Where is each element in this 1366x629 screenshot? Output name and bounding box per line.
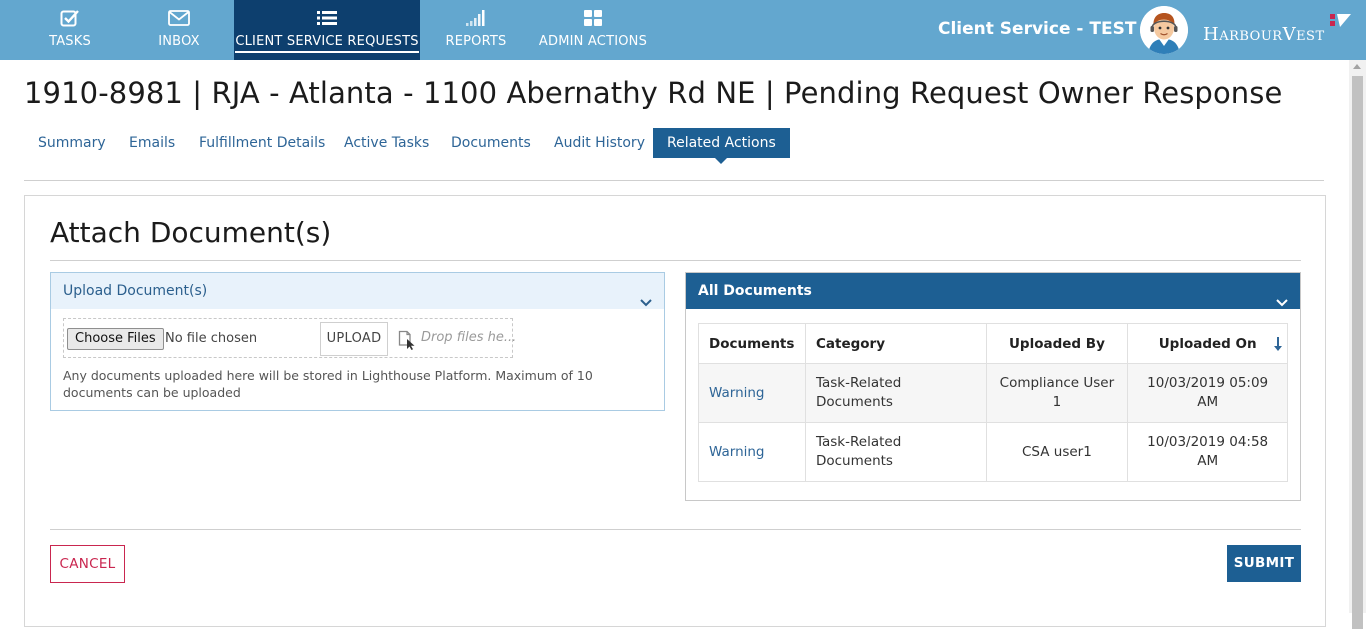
nav-admin-actions[interactable]: ADMIN ACTIONS [538,0,648,60]
column-header-uploaded-by[interactable]: Uploaded By [985,323,1129,364]
upload-panel-header[interactable]: Upload Document(s) [51,273,664,309]
list-icon [317,8,337,28]
nav-inbox[interactable]: INBOX [146,0,212,60]
document-link[interactable]: Warning [698,363,806,423]
all-documents-panel: All Documents Documents Category Uploade… [685,272,1301,501]
category-cell: Task-Related Documents [804,363,987,423]
attach-documents-card: Attach Document(s) Upload Document(s) Ch… [24,195,1326,627]
file-drop-icon [398,330,416,354]
choose-files-button[interactable]: Choose Files [67,328,164,350]
divider [50,529,1301,530]
signal-bars-icon [465,8,487,28]
vertical-scrollbar[interactable] [1349,60,1366,629]
tab-documents[interactable]: Documents [437,128,545,158]
top-navigation-bar: TASKS INBOX CLIENT SERVICE REQUESTS REPO… [0,0,1366,60]
all-documents-header[interactable]: All Documents [686,273,1300,309]
chevron-down-icon[interactable] [1276,285,1288,321]
no-file-chosen-label: No file chosen [165,331,258,346]
uploaded-by-cell: Compliance User 1 [985,363,1129,423]
upload-note: Any documents uploaded here will be stor… [63,368,593,400]
nav-tasks[interactable]: TASKS [34,0,106,60]
logo-flag-icon [1330,12,1352,36]
scrollbar-thumb[interactable] [1352,76,1363,629]
column-header-uploaded-on-label: Uploaded On [1158,335,1257,352]
upload-panel-title: Upload Document(s) [63,283,208,299]
all-documents-title: All Documents [698,283,812,299]
cancel-button[interactable]: CANCEL [50,545,125,583]
tab-fulfillment-details[interactable]: Fulfillment Details [185,128,339,158]
column-header-uploaded-on[interactable]: Uploaded On [1127,323,1288,364]
scroll-up-arrow-icon[interactable] [1353,64,1361,69]
environment-dropdown[interactable]: Client Service - TEST▼ [938,19,1151,39]
upload-button[interactable]: UPLOAD [320,322,388,356]
document-link-text[interactable]: Warning [709,444,765,460]
document-link[interactable]: Warning [698,422,806,482]
tab-audit-history[interactable]: Audit History [540,128,659,158]
tab-active-tasks[interactable]: Active Tasks [330,128,443,158]
page-title: 1910-8981 | RJA - Atlanta - 1100 Abernat… [24,76,1283,110]
table-row: Warning Task-Related Documents CSA user1… [698,422,1288,482]
documents-table: Documents Category Uploaded By Uploaded … [698,323,1288,482]
divider [50,260,1301,261]
table-header-row: Documents Category Uploaded By Uploaded … [698,323,1288,364]
column-header-category[interactable]: Category [804,323,987,364]
chevron-down-icon[interactable] [640,285,652,321]
submit-button[interactable]: SUBMIT [1227,545,1301,582]
tab-related-actions[interactable]: Related Actions [653,128,790,164]
nav-admin-actions-label: ADMIN ACTIONS [538,34,648,49]
section-title: Attach Document(s) [50,216,332,249]
document-link-text[interactable]: Warning [709,385,765,401]
tab-summary[interactable]: Summary [24,128,120,158]
nav-reports-label: REPORTS [445,34,507,49]
nav-client-service-requests[interactable]: CLIENT SERVICE REQUESTS [234,0,420,60]
upload-documents-panel: Upload Document(s) Choose Files No file … [50,272,665,411]
category-cell: Task-Related Documents [804,422,987,482]
table-row: Warning Task-Related Documents Complianc… [698,363,1288,423]
file-dropzone[interactable]: Choose Files No file chosen UPLOAD Drop … [63,318,517,358]
sort-descending-icon[interactable] [1273,336,1283,356]
grid-icon [583,8,603,28]
nav-inbox-label: INBOX [158,34,200,49]
drop-files-hint: Drop files he... [421,330,517,345]
nav-client-service-requests-label: CLIENT SERVICE REQUESTS [235,34,419,53]
harbourvest-logo: HarbourVest [1203,24,1325,45]
uploaded-on-cell: 10/03/2019 05:09 AM [1127,363,1288,423]
uploaded-by-cell: CSA user1 [985,422,1129,482]
check-square-icon [60,8,80,28]
nav-reports[interactable]: REPORTS [442,0,510,60]
uploaded-on-cell: 10/03/2019 04:58 AM [1127,422,1288,482]
nav-tasks-label: TASKS [49,34,91,49]
column-header-documents[interactable]: Documents [698,323,806,364]
divider [24,180,1324,181]
user-avatar[interactable] [1140,6,1188,54]
tab-emails[interactable]: Emails [115,128,189,158]
environment-label: Client Service - TEST [938,19,1137,39]
envelope-icon [168,8,190,28]
